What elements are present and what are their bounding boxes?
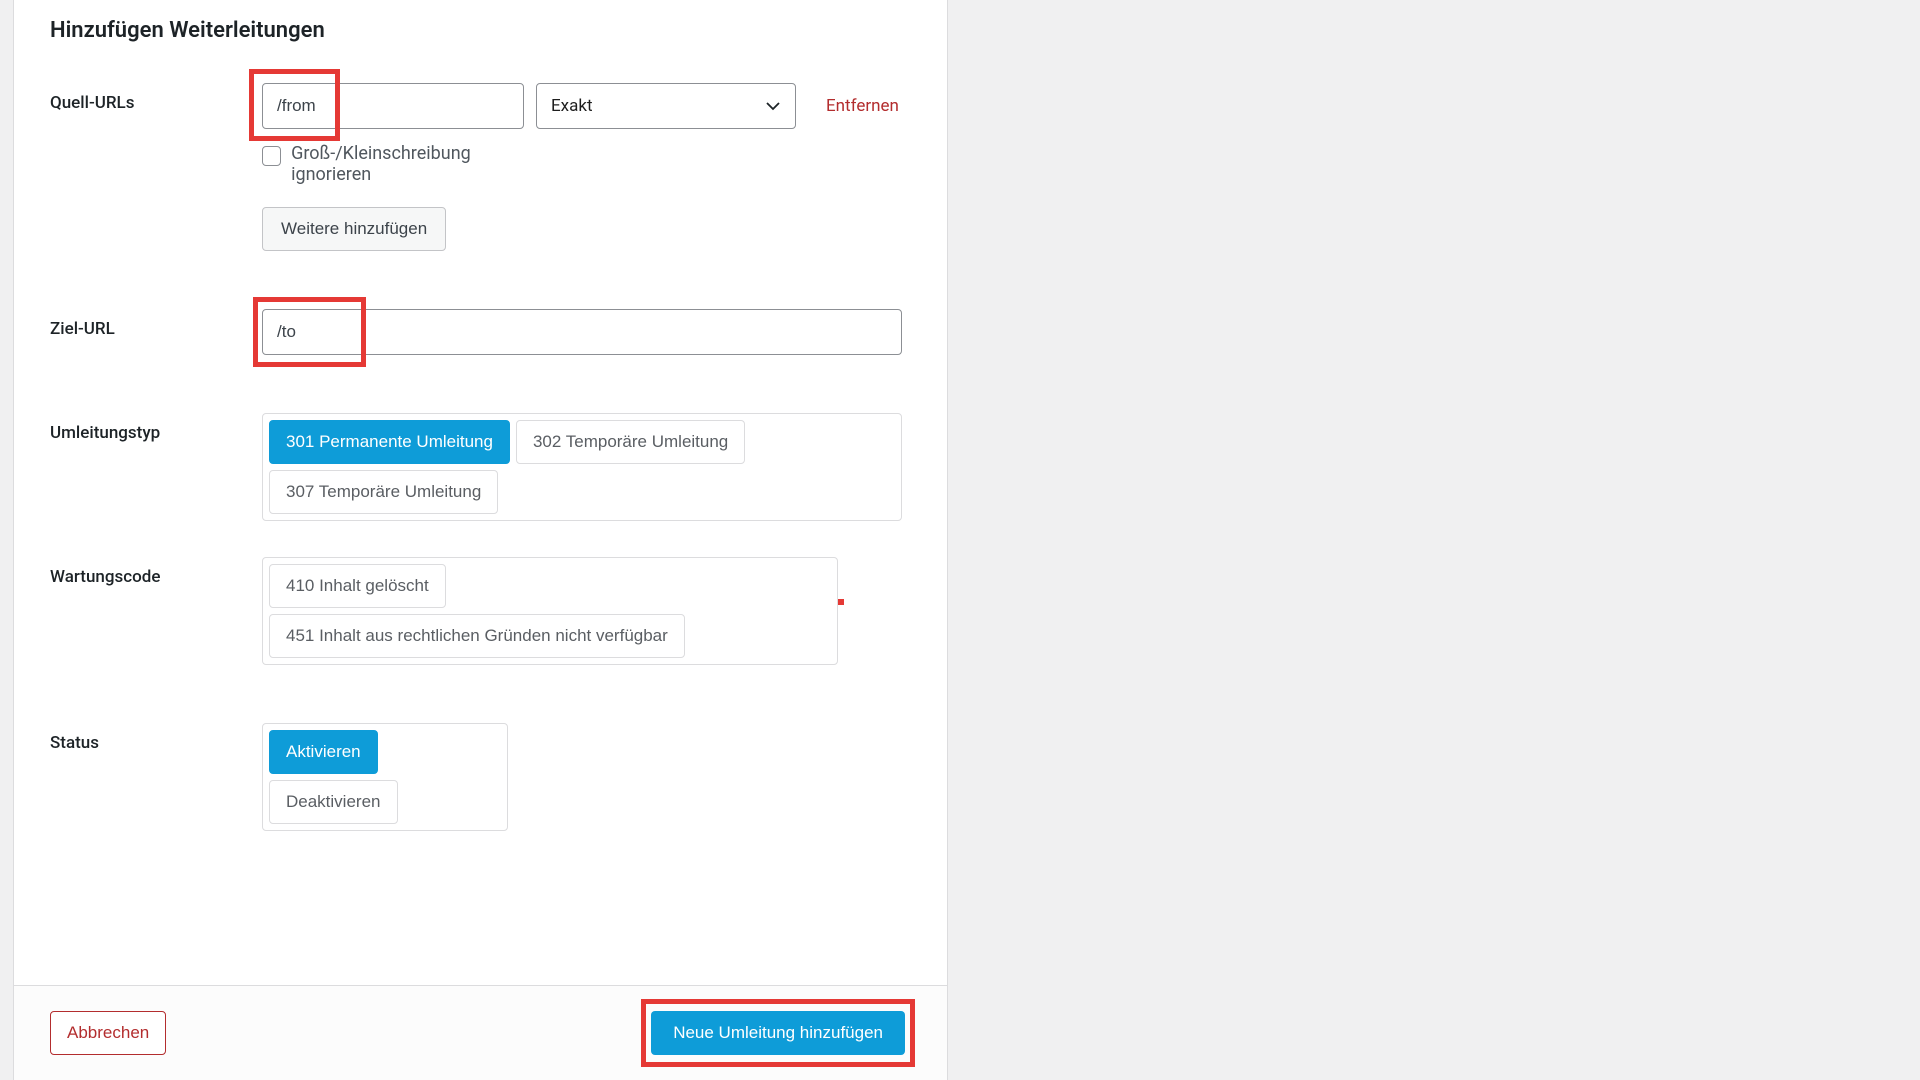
cancel-button[interactable]: Abbrechen xyxy=(50,1011,166,1055)
maintenance-code-group: 410 Inhalt gelöscht 451 Inhalt aus rechtl… xyxy=(262,557,838,665)
page-title: Hinzufügen Weiterleitungen xyxy=(50,18,911,43)
status-option-0[interactable]: Aktivieren xyxy=(269,730,378,774)
chevron-down-icon xyxy=(765,98,781,114)
footer-bar: Abbrechen Neue Umleitung hinzufügen xyxy=(14,985,947,1080)
label-maintenance-code: Wartungscode xyxy=(50,557,262,665)
ignore-case-row[interactable]: Groß-/Kleinschreibung ignorieren xyxy=(262,143,542,185)
source-input-row: Exakt Entfernen xyxy=(262,83,911,129)
target-url-input[interactable] xyxy=(262,309,902,355)
status-group: Aktivieren Deaktivieren xyxy=(262,723,508,831)
redirect-type-option-1[interactable]: 302 Temporäre Umleitung xyxy=(516,420,745,464)
redirect-type-option-0[interactable]: 301 Permanente Umleitung xyxy=(269,420,510,464)
row-source-urls: Quell-URLs Exakt Entfernen Groß-/Kleinsc… xyxy=(50,83,911,251)
label-status: Status xyxy=(50,723,262,831)
row-maintenance-code: Wartungscode 410 Inhalt gelöscht 451 Inha… xyxy=(50,557,911,665)
maintenance-code-option-1[interactable]: 451 Inhalt aus rechtlichen Gründen nicht… xyxy=(269,614,685,658)
status-field-col: Aktivieren Deaktivieren xyxy=(262,723,911,831)
row-status: Status Aktivieren Deaktivieren xyxy=(50,723,911,831)
submit-wrap: Neue Umleitung hinzufügen xyxy=(645,1005,911,1061)
redirect-form-panel: Hinzufügen Weiterleitungen Quell-URLs Ex… xyxy=(13,0,948,1080)
maintenance-code-field-col: 410 Inhalt gelöscht 451 Inhalt aus rechtl… xyxy=(262,557,911,665)
ignore-case-checkbox[interactable] xyxy=(262,146,281,166)
label-target-url: Ziel-URL xyxy=(50,309,262,355)
match-mode-value: Exakt xyxy=(551,96,593,116)
maintenance-code-option-0[interactable]: 410 Inhalt gelöscht xyxy=(269,564,446,608)
row-redirect-type: Umleitungstyp 301 Permanente Umleitung30… xyxy=(50,413,911,521)
row-target-url: Ziel-URL xyxy=(50,309,911,355)
label-source-urls: Quell-URLs xyxy=(50,83,262,251)
annotation-red-dot xyxy=(838,599,844,605)
add-redirect-button[interactable]: Neue Umleitung hinzufügen xyxy=(651,1011,905,1055)
redirect-type-option-2[interactable]: 307 Temporäre Umleitung xyxy=(269,470,498,514)
match-mode-select[interactable]: Exakt xyxy=(536,83,796,129)
ignore-case-label: Groß-/Kleinschreibung ignorieren xyxy=(291,143,542,185)
target-field-col xyxy=(262,309,911,355)
source-url-input[interactable] xyxy=(262,83,524,129)
add-more-sources-button[interactable]: Weitere hinzufügen xyxy=(262,207,446,251)
status-option-1[interactable]: Deaktivieren xyxy=(269,780,398,824)
source-input-wrap xyxy=(262,83,524,129)
label-redirect-type: Umleitungstyp xyxy=(50,413,262,521)
remove-source-link[interactable]: Entfernen xyxy=(826,96,899,116)
redirect-type-group: 301 Permanente Umleitung302 Temporäre Um… xyxy=(262,413,902,521)
source-field-col: Exakt Entfernen Groß-/Kleinschreibung ig… xyxy=(262,83,911,251)
redirect-type-field-col: 301 Permanente Umleitung302 Temporäre Um… xyxy=(262,413,911,521)
